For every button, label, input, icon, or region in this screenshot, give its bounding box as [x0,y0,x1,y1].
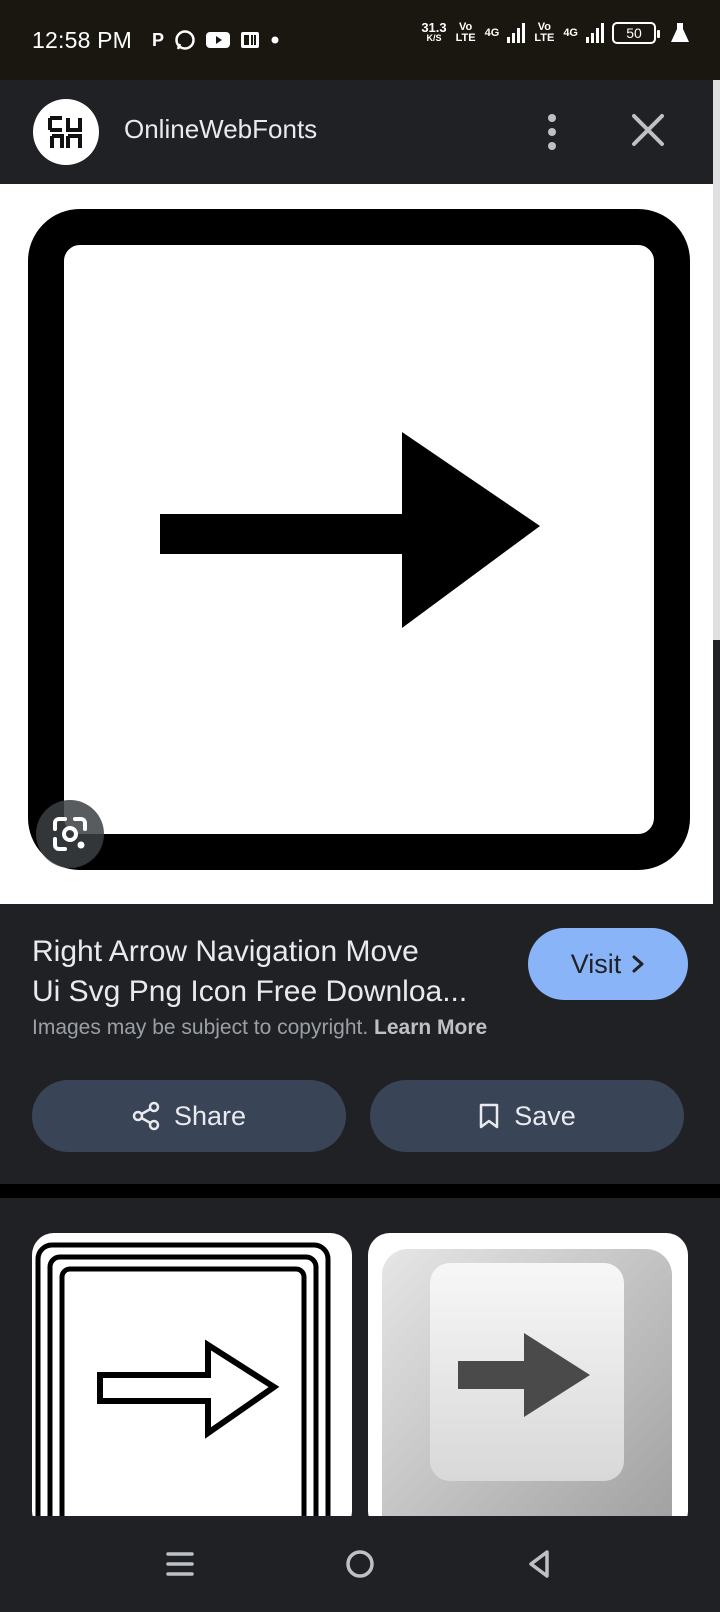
copyright-notice: Images may be subject to copyright. Lear… [32,1016,487,1040]
share-label: Share [173,1100,247,1131]
bookmark-icon [479,1103,499,1129]
outline-right-arrow-image [35,1242,331,1518]
scrollbar[interactable] [713,80,720,640]
sim2-volte: Vo LTE [534,21,555,44]
close-icon[interactable] [628,110,668,150]
onlinewebfonts-logo-icon [48,116,82,148]
status-time: 12:58 PM [32,26,133,53]
result-title[interactable]: Right Arrow Navigation Move Ui Svg Png I… [32,932,502,1012]
site-logo[interactable] [33,99,99,165]
related-images [0,1198,720,1518]
sim2-network: 4G [563,26,578,39]
status-indicators: 31.3 K/S Vo LTE 4G Vo LTE 4G 50 [421,20,690,44]
keyboard-key-arrow-image [382,1249,672,1518]
home-circle-icon [346,1550,374,1578]
result-info: Right Arrow Navigation Move Ui Svg Png I… [0,904,720,1184]
signal-icon [507,23,526,43]
copyright-text: Images may be subject to copyright. [32,1016,369,1039]
system-nav-bar [0,1516,720,1612]
sim1-network: 4G [484,26,500,39]
net-speed: 31.3 K/S [421,20,447,43]
recent-apps-button[interactable] [158,1542,202,1586]
signal-icon [586,23,604,43]
visit-button[interactable]: Visit [528,928,688,1000]
related-image-2[interactable] [368,1233,688,1518]
p-app-icon: P [152,29,165,50]
main-image[interactable] [0,184,713,904]
news-icon [241,32,260,48]
dot-icon [271,36,279,44]
battery-icon: 50 [612,22,660,44]
sim1-volte: Vo LTE [455,21,476,44]
section-divider [0,1184,720,1198]
result-title-line2: Ui Svg Png Icon Free Downloa... [32,975,468,1008]
status-app-icons: P [152,29,280,51]
battery-level: 50 [626,25,642,41]
lens-icon [53,817,87,851]
home-button[interactable] [338,1542,382,1586]
more-vert-icon [548,114,556,122]
source-header: OnlineWebFonts [0,80,713,184]
related-image-1[interactable] [32,1233,352,1518]
menu-icon [166,1552,194,1576]
youtube-icon [206,32,231,48]
whatsapp-icon [175,30,195,50]
visit-label: Visit [570,948,622,979]
right-arrow-square-icon [28,209,690,870]
back-triangle-icon [529,1550,549,1578]
more-options-button[interactable] [536,110,568,154]
share-icon [132,1101,160,1131]
share-button[interactable]: Share [32,1080,346,1152]
save-label: Save [514,1100,576,1131]
flask-icon [671,23,689,42]
result-title-line1: Right Arrow Navigation Move [32,935,419,968]
google-lens-button[interactable] [36,800,104,868]
learn-more-link[interactable]: Learn More [374,1016,487,1039]
site-name[interactable]: OnlineWebFonts [124,114,317,145]
status-bar: 12:58 PM P 31.3 K/S Vo LTE 4G Vo LTE 4G … [0,0,720,80]
save-button[interactable]: Save [370,1080,684,1152]
back-button[interactable] [518,1542,562,1586]
chevron-right-icon [632,955,644,973]
